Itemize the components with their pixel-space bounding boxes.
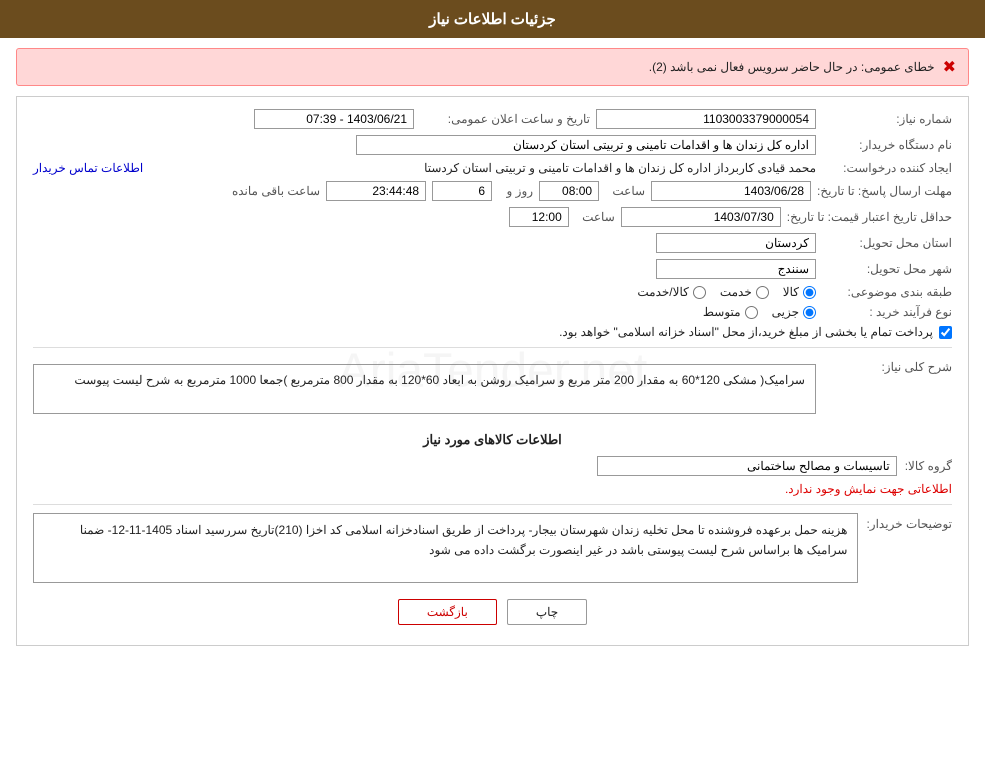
- requester-value: محمد قیادی کاربرداز اداره کل زندان ها و …: [149, 161, 816, 175]
- buyer-notes-box: هزینه حمل برعهده فروشنده تا محل تخلیه زن…: [33, 513, 858, 583]
- purchase-type-medium-radio[interactable]: [745, 306, 758, 319]
- category-both-label: کالا/خدمت: [637, 285, 688, 299]
- category-goods-radio[interactable]: [803, 286, 816, 299]
- purchase-type-radio-group: جزیی متوسط: [703, 305, 816, 319]
- category-radio-group: کالا خدمت کالا/خدمت: [637, 285, 816, 299]
- payment-checkbox-label: پرداخت تمام یا بخشی از مبلغ خرید،از محل …: [559, 325, 933, 339]
- category-label: طبقه بندی موضوعی:: [822, 285, 952, 299]
- category-service-radio[interactable]: [756, 286, 769, 299]
- need-description-text: سرامیک( مشکی 120*60 به مقدار 200 متر مرب…: [74, 373, 805, 387]
- category-both-radio[interactable]: [693, 286, 706, 299]
- price-validity-row: حداقل تاریخ اعتبار قیمت: تا تاریخ: ساعت: [33, 207, 952, 227]
- error-box: ✖ خطای عمومی: در حال حاضر سرویس فعال نمی…: [16, 48, 969, 86]
- payment-checkbox-row: پرداخت تمام یا بخشی از مبلغ خرید،از محل …: [33, 325, 952, 339]
- page-title: جزئیات اطلاعات نیاز: [429, 11, 556, 28]
- need-number-row: شماره نیاز: تاریخ و ساعت اعلان عمومی:: [33, 109, 952, 129]
- page-wrapper: جزئیات اطلاعات نیاز ✖ خطای عمومی: در حال…: [0, 0, 985, 765]
- reply-remaining-input[interactable]: [326, 181, 426, 201]
- goods-group-label: گروه کالا:: [905, 459, 952, 473]
- reply-time-label: ساعت: [605, 184, 645, 198]
- goods-group-input[interactable]: [597, 456, 897, 476]
- reply-time-input[interactable]: [539, 181, 599, 201]
- category-goods-label: کالا: [783, 285, 799, 299]
- purchase-type-partial-option[interactable]: جزیی: [772, 305, 816, 319]
- delivery-province-input[interactable]: [656, 233, 816, 253]
- need-number-input[interactable]: [596, 109, 816, 129]
- purchase-type-label: نوع فرآیند خرید :: [822, 305, 952, 319]
- category-goods-option[interactable]: کالا: [783, 285, 816, 299]
- payment-checkbox[interactable]: [939, 326, 952, 339]
- divider-1: [33, 347, 952, 348]
- need-description-label: شرح کلی نیاز:: [822, 356, 952, 374]
- buyer-org-row: نام دستگاه خریدار:: [33, 135, 952, 155]
- buyer-notes-label: توضیحات خریدار:: [866, 513, 952, 531]
- delivery-city-row: شهر محل تحویل:: [33, 259, 952, 279]
- announce-date-input[interactable]: [254, 109, 414, 129]
- purchase-type-medium-option[interactable]: متوسط: [703, 305, 758, 319]
- purchase-type-row: نوع فرآیند خرید : جزیی متوسط: [33, 305, 952, 319]
- buyer-org-label: نام دستگاه خریدار:: [822, 138, 952, 152]
- reply-remaining-label: ساعت باقی مانده: [190, 184, 320, 198]
- purchase-type-medium-label: متوسط: [703, 305, 741, 319]
- purchase-type-partial-radio[interactable]: [803, 306, 816, 319]
- category-service-option[interactable]: خدمت: [720, 285, 769, 299]
- error-icon: ✖: [943, 57, 956, 77]
- delivery-province-label: استان محل تحویل:: [822, 236, 952, 250]
- reply-deadline-row: مهلت ارسال پاسخ: تا تاریخ: ساعت روز و سا…: [33, 181, 952, 201]
- category-both-option[interactable]: کالا/خدمت: [637, 285, 705, 299]
- delivery-city-input[interactable]: [656, 259, 816, 279]
- back-button[interactable]: بازگشت: [398, 599, 497, 625]
- error-text: خطای عمومی: در حال حاضر سرویس فعال نمی ب…: [649, 60, 935, 74]
- need-description-box: سرامیک( مشکی 120*60 به مقدار 200 متر مرب…: [33, 364, 816, 414]
- main-content: AriaTender.net شماره نیاز: تاریخ و ساعت …: [16, 96, 969, 646]
- reply-deadline-label: مهلت ارسال پاسخ: تا تاریخ:: [817, 184, 952, 198]
- price-validity-date-input[interactable]: [621, 207, 781, 227]
- category-row: طبقه بندی موضوعی: کالا خدمت کالا/خدمت: [33, 285, 952, 299]
- goods-section-title: اطلاعات کالاهای مورد نیاز: [33, 432, 952, 448]
- buyer-notes-wrapper: توضیحات خریدار: هزینه حمل برعهده فروشنده…: [33, 513, 952, 583]
- print-button[interactable]: چاپ: [507, 599, 587, 625]
- delivery-province-row: استان محل تحویل:: [33, 233, 952, 253]
- requester-contact-link[interactable]: اطلاعات تماس خریدار: [33, 161, 143, 175]
- requester-row: ایجاد کننده درخواست: محمد قیادی کاربرداز…: [33, 161, 952, 175]
- page-header: جزئیات اطلاعات نیاز: [0, 0, 985, 38]
- price-validity-label: حداقل تاریخ اعتبار قیمت: تا تاریخ:: [787, 210, 952, 224]
- reply-date-input[interactable]: [651, 181, 811, 201]
- delivery-city-label: شهر محل تحویل:: [822, 262, 952, 276]
- need-description-row: شرح کلی نیاز: سرامیک( مشکی 120*60 به مقد…: [33, 356, 952, 422]
- price-validity-time-input[interactable]: [509, 207, 569, 227]
- announce-datetime-label: تاریخ و ساعت اعلان عمومی:: [420, 112, 590, 126]
- buyer-org-input[interactable]: [356, 135, 816, 155]
- divider-2: [33, 504, 952, 505]
- requester-label: ایجاد کننده درخواست:: [822, 161, 952, 175]
- category-service-label: خدمت: [720, 285, 752, 299]
- purchase-type-partial-label: جزیی: [772, 305, 799, 319]
- buyer-notes-text: هزینه حمل برعهده فروشنده تا محل تخلیه زن…: [80, 523, 848, 557]
- no-info-notice: اطلاعاتی جهت نمایش وجود ندارد.: [33, 482, 952, 496]
- reply-days-input[interactable]: [432, 181, 492, 201]
- reply-days-label: روز و: [498, 184, 533, 198]
- need-number-label: شماره نیاز:: [822, 112, 952, 126]
- goods-group-row: گروه کالا:: [33, 456, 952, 476]
- button-row: چاپ بازگشت: [33, 599, 952, 625]
- price-validity-time-label: ساعت: [575, 210, 615, 224]
